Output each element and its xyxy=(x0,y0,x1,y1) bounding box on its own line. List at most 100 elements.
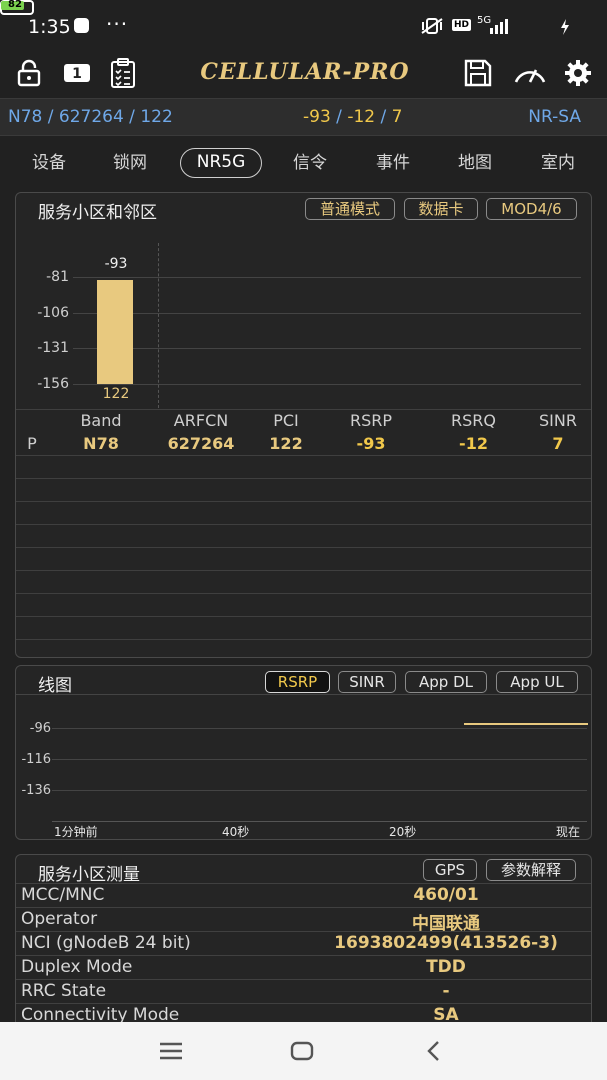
status-time: 1:35 xyxy=(28,16,71,38)
home-icon[interactable] xyxy=(289,1040,315,1062)
table-row-line xyxy=(16,501,591,502)
row-divider xyxy=(16,931,591,932)
x-tick-label: 现在 xyxy=(556,825,581,839)
save-icon[interactable] xyxy=(462,57,494,89)
table-row-line xyxy=(16,616,591,617)
col-arfcn: ARFCN xyxy=(173,411,229,430)
summary-separator: / xyxy=(375,107,392,127)
y-tick-label: -81 xyxy=(46,269,69,285)
measure-panel-title: 服务小区测量 xyxy=(38,865,140,885)
summary-cell-info: N78 / 627264 / 122 xyxy=(8,107,173,127)
bar-category-label: 122 xyxy=(102,386,130,402)
mod-button[interactable]: MOD4/6 xyxy=(486,198,577,220)
rsrp-series-line xyxy=(464,723,588,725)
col-band: Band xyxy=(80,411,122,430)
sinr-toggle-button[interactable]: SINR xyxy=(338,671,396,693)
rrc-state-label: RRC State xyxy=(21,981,107,1001)
y-tick-label: -116 xyxy=(21,752,51,767)
serving-cell-bar[interactable] xyxy=(97,280,133,384)
hd-badge: HD xyxy=(452,19,472,31)
grid-line xyxy=(52,759,587,760)
row-divider xyxy=(16,979,591,980)
battery-icon: 82 xyxy=(0,0,34,15)
serving-panel-title: 服务小区和邻区 xyxy=(38,203,157,223)
tab-lock[interactable]: 锁网 xyxy=(105,148,155,178)
tab-signaling[interactable]: 信令 xyxy=(285,148,335,178)
charging-icon xyxy=(560,19,570,39)
cell-sinr: 7 xyxy=(552,434,564,453)
table-row-line xyxy=(16,570,591,571)
col-pci: PCI xyxy=(273,411,299,430)
mcc-mnc-label: MCC/MNC xyxy=(21,885,105,905)
toolbar: 1 CELLULAR-PRO xyxy=(0,52,607,94)
status-bar: 1:35 ··· HD 5G 82 xyxy=(0,0,607,52)
nci-value: 1693802499(413526-3) xyxy=(334,933,558,953)
data-card-button[interactable]: 数据卡 xyxy=(404,198,478,220)
bar-value-label: -93 xyxy=(104,256,128,273)
summary-signal: -93 / -12 / 7 xyxy=(303,107,402,127)
summary-bar: N78 / 627264 / 122 -93 / -12 / 7 NR-SA xyxy=(0,98,607,136)
row-divider xyxy=(16,1003,591,1004)
grid-line xyxy=(73,313,581,314)
rrc-state-value: - xyxy=(442,981,450,1001)
table-row-line xyxy=(16,547,591,548)
sim-one-icon[interactable]: 1 xyxy=(60,57,94,89)
tab-nr5g[interactable]: NR5G xyxy=(180,148,262,178)
tab-device[interactable]: 设备 xyxy=(24,148,74,178)
app-dl-toggle-button[interactable]: App DL xyxy=(405,671,487,693)
more-notifications-icon: ··· xyxy=(106,12,129,36)
grid-line xyxy=(52,790,587,791)
grid-line xyxy=(52,728,587,729)
clipboard-icon[interactable] xyxy=(106,57,140,89)
cell-rsrp: -93 xyxy=(356,434,386,453)
tab-bar: 设备 锁网 NR5G 信令 事件 地图 室内 xyxy=(0,142,607,182)
signal-icon xyxy=(488,18,512,38)
summary-rsrq: -12 xyxy=(347,107,376,127)
col-sinr: SINR xyxy=(539,411,577,430)
recent-apps-icon[interactable] xyxy=(158,1040,184,1062)
table-row-line xyxy=(16,455,591,456)
app-ul-toggle-button[interactable]: App UL xyxy=(496,671,578,693)
neighbor-bar-chart: -81 -106 -131 -156 -93 122 xyxy=(16,233,591,408)
grid-line xyxy=(73,384,581,385)
speed-test-icon[interactable] xyxy=(511,57,549,89)
tab-map[interactable]: 地图 xyxy=(450,148,500,178)
tab-events[interactable]: 事件 xyxy=(368,148,418,178)
serving-cell-panel: 服务小区和邻区 普通模式 数据卡 MOD4/6 -81 -106 -131 -1… xyxy=(15,192,592,658)
tab-indoor[interactable]: 室内 xyxy=(533,148,583,178)
duplex-mode-label: Duplex Mode xyxy=(21,957,133,977)
table-row-line xyxy=(16,639,591,640)
table-row-line xyxy=(16,524,591,525)
y-tick-label: -156 xyxy=(37,376,69,392)
row-divider xyxy=(16,883,591,884)
notification-icon xyxy=(74,18,89,33)
summary-sinr: 7 xyxy=(391,107,403,127)
table-divider xyxy=(16,409,591,410)
y-tick-label: -106 xyxy=(37,305,69,321)
normal-mode-button[interactable]: 普通模式 xyxy=(305,198,395,220)
cell-rsrq: -12 xyxy=(459,434,488,453)
x-tick-label: 40秒 xyxy=(222,825,250,839)
x-tick-label: 1分钟前 xyxy=(54,825,98,839)
param-explain-button[interactable]: 参数解释 xyxy=(486,859,576,881)
cell-type: P xyxy=(27,434,37,453)
chart-top-border xyxy=(16,694,591,695)
grid-line xyxy=(73,277,581,278)
vibrate-off-icon xyxy=(420,17,444,39)
rsrp-toggle-button[interactable]: RSRP xyxy=(265,671,330,693)
mcc-mnc-value: 460/01 xyxy=(413,885,479,905)
table-row-line xyxy=(16,478,591,479)
line-panel-title: 线图 xyxy=(38,676,72,696)
summary-separator: / xyxy=(330,107,348,127)
col-rsrq: RSRQ xyxy=(451,411,496,430)
back-icon[interactable] xyxy=(423,1038,445,1064)
gps-button[interactable]: GPS xyxy=(423,859,477,881)
system-nav-bar xyxy=(0,1022,607,1080)
table-row-line xyxy=(16,593,591,594)
summary-rsrp: -93 xyxy=(303,107,331,127)
settings-gear-icon[interactable] xyxy=(563,57,593,89)
lock-icon[interactable] xyxy=(14,57,44,89)
app-logo: CELLULAR-PRO xyxy=(200,59,410,85)
operator-label: Operator xyxy=(21,909,98,929)
nci-label: NCI (gNodeB 24 bit) xyxy=(21,933,191,953)
